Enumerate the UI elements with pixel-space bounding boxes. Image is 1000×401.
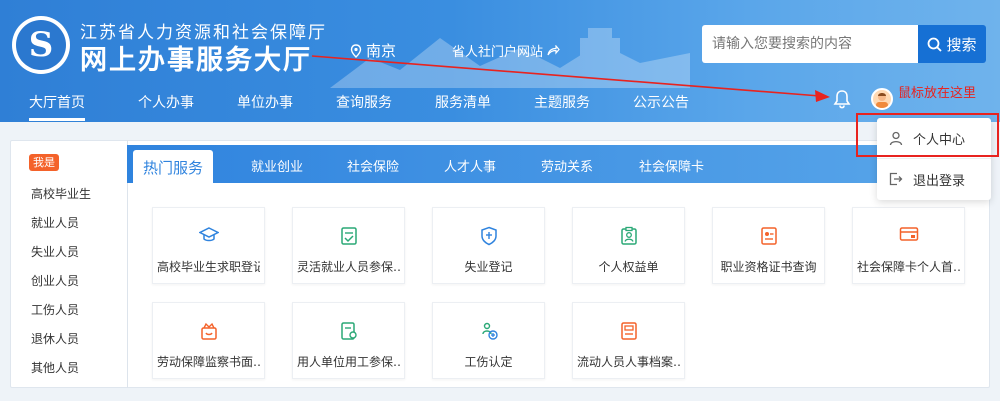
sidebar-item-other[interactable]: 其他人员 [31, 359, 79, 376]
service-card[interactable]: 流动人员人事档案… [572, 302, 685, 379]
logo-mark-icon: S [16, 20, 66, 70]
search-button-label: 搜索 [946, 35, 977, 54]
avatar[interactable] [871, 88, 893, 110]
service-label: 高校毕业生求职登记 [157, 260, 260, 274]
sidebar-item-graduate[interactable]: 高校毕业生 [31, 185, 91, 202]
sidebar-item-employed[interactable]: 就业人员 [31, 214, 79, 231]
service-card[interactable]: 工伤认定 [432, 302, 545, 379]
nav-announcement[interactable]: 公示公告 [633, 92, 689, 112]
tab-social-insurance[interactable]: 社会保险 [347, 156, 399, 175]
sidebar-item-unemployed[interactable]: 失业人员 [31, 243, 79, 260]
tab-labor-relations[interactable]: 劳动关系 [541, 156, 593, 175]
service-card[interactable]: 用人单位用工参保… [292, 302, 405, 379]
user-type-tag: 我是 [29, 154, 59, 171]
clipboard-person-icon [620, 226, 637, 245]
service-label: 流动人员人事档案… [577, 355, 680, 369]
service-card[interactable]: 个人权益单 [572, 207, 685, 284]
menu-item-label: 退出登录 [913, 173, 966, 189]
search-input[interactable] [702, 25, 918, 63]
nav-personal[interactable]: 个人办事 [138, 92, 194, 112]
search-button[interactable]: 搜索 [918, 25, 986, 63]
service-label: 用人单位用工参保… [297, 355, 400, 369]
bell-icon[interactable] [833, 89, 851, 109]
tab-talent[interactable]: 人才人事 [444, 156, 496, 175]
portal-link[interactable]: 省人社门户网站 [452, 41, 560, 60]
annotation-highlight-box [856, 113, 999, 157]
service-label: 职业资格证书查询 [720, 260, 817, 274]
site-logo[interactable]: S [12, 16, 70, 74]
service-card[interactable]: 社会保障卡个人首… [852, 207, 965, 284]
nav-query[interactable]: 查询服务 [336, 92, 392, 112]
archive-icon [620, 322, 637, 340]
city-selector[interactable]: 南京 [350, 40, 396, 61]
share-arrow-icon [547, 45, 560, 56]
service-label: 劳动保障监察书面… [157, 355, 260, 369]
unemployment-shield-icon [480, 226, 497, 246]
user-avatar-icon [876, 93, 888, 108]
injury-icon [481, 322, 498, 340]
tab-employment[interactable]: 就业创业 [251, 156, 303, 175]
nav-topic[interactable]: 主题服务 [534, 92, 590, 112]
graduation-cap-icon [198, 227, 219, 242]
service-label: 工伤认定 [464, 355, 513, 369]
tab-hot-services[interactable]: 热门服务 [133, 150, 214, 183]
nav-service-list[interactable]: 服务清单 [435, 92, 491, 112]
document-check-icon [340, 227, 357, 245]
service-label: 灵活就业人员参保… [297, 260, 400, 274]
service-label: 社会保障卡个人首… [857, 260, 960, 274]
service-card[interactable]: 失业登记 [432, 207, 545, 284]
hall-name: 网上办事服务大厅 [80, 45, 312, 76]
annotation-hint: 鼠标放在这里 [898, 86, 977, 101]
social-card-icon [899, 227, 918, 241]
menu-item-logout[interactable]: 退出登录 [877, 159, 991, 199]
tab-social-card[interactable]: 社会保障卡 [639, 156, 704, 175]
service-card[interactable]: 职业资格证书查询 [712, 207, 825, 284]
nav-employer[interactable]: 单位办事 [237, 92, 293, 112]
sidebar-item-injured[interactable]: 工伤人员 [31, 301, 79, 318]
search-icon [928, 37, 943, 52]
certificate-icon [760, 227, 777, 245]
gift-box-icon [200, 322, 217, 340]
logout-icon [889, 172, 903, 186]
header: S 江苏省人力资源和社会保障厅 网上办事服务大厅 南京 省人社门户网站 搜索 大… [0, 0, 1000, 122]
service-label: 失业登记 [464, 260, 513, 274]
service-card[interactable]: 劳动保障监察书面… [152, 302, 265, 379]
nav-home[interactable]: 大厅首页 [29, 92, 85, 121]
portal-link-label: 省人社门户网站 [452, 45, 544, 60]
employer-document-icon [340, 322, 357, 340]
sidebar-item-entrepreneur[interactable]: 创业人员 [31, 272, 79, 289]
sidebar-item-retired[interactable]: 退休人员 [31, 330, 79, 347]
city-name: 南京 [366, 42, 397, 60]
service-label: 个人权益单 [598, 260, 659, 274]
service-card[interactable]: 灵活就业人员参保… [292, 207, 405, 284]
user-type-sidebar [10, 140, 128, 388]
service-card[interactable]: 高校毕业生求职登记 [152, 207, 265, 284]
location-pin-icon [350, 43, 362, 58]
